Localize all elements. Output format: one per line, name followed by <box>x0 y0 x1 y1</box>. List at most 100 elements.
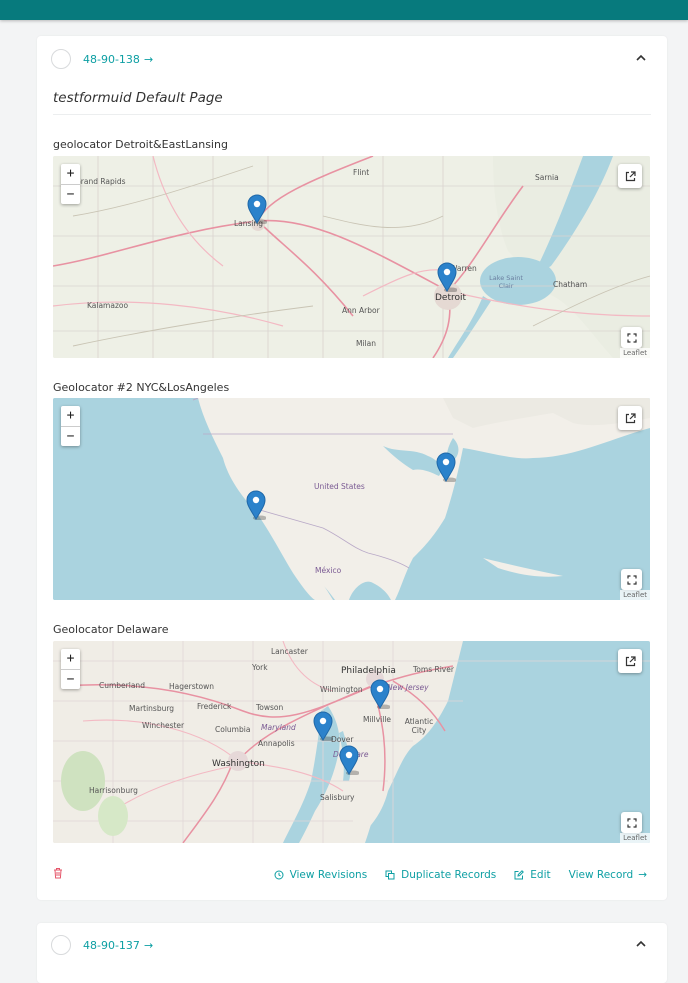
fullscreen-button[interactable] <box>621 327 642 348</box>
map-place-label: Washington <box>212 759 265 769</box>
map-place-label: Philadelphia <box>341 666 396 676</box>
open-map-button[interactable] <box>618 649 642 673</box>
record-id: 48-90-137 <box>83 938 140 952</box>
map-place-label: New Jersey <box>387 683 429 692</box>
divider <box>53 114 651 115</box>
map-place-label: Winchester <box>142 721 185 730</box>
map-place-label: Kalamazoo <box>87 301 129 310</box>
map-place-label: Chatham <box>553 280 588 289</box>
map-marker-delaware-north[interactable] <box>370 679 390 709</box>
map-marker-los-angeles[interactable] <box>246 490 266 520</box>
zoom-out-button[interactable]: − <box>61 426 80 446</box>
map-attribution[interactable]: Leaflet <box>620 833 650 843</box>
chevron-up-icon[interactable] <box>635 938 647 950</box>
map-place-label: Annapolis <box>258 739 295 748</box>
map-place-label: Detroit <box>435 293 467 303</box>
map-marker-delaware-west[interactable] <box>313 711 333 741</box>
record-select-checkbox[interactable] <box>51 49 71 69</box>
map-place-label: Salisbury <box>320 793 355 802</box>
record-id: 48-90-138 <box>83 52 140 66</box>
view-record-label: View Record <box>568 869 634 881</box>
fullscreen-icon <box>626 817 637 828</box>
arrow-right-icon: → <box>143 938 154 952</box>
map-place-label: Cumberland <box>99 681 145 690</box>
map-zoom-control: + − <box>61 649 80 689</box>
record-header: 48-90-137 → <box>51 935 153 955</box>
map-place-label: United States <box>314 482 365 491</box>
map-place-label: Dover <box>331 735 354 744</box>
map-place-label: Harrisonburg <box>89 786 138 795</box>
field-label-delaware: Geolocator Delaware <box>53 623 169 636</box>
fullscreen-icon <box>626 332 637 343</box>
map-place-label: Hagerstown <box>169 682 215 691</box>
view-revisions-button[interactable]: View Revisions <box>274 869 368 881</box>
map-place-label: Maryland <box>261 723 296 732</box>
map-place-label: Columbia <box>215 725 251 734</box>
record-card: 48-90-137 → <box>37 923 667 983</box>
map-delaware[interactable]: Lancaster York Philadelphia Toms River C… <box>53 641 650 843</box>
map-marker-lansing[interactable] <box>247 194 267 224</box>
record-id-link[interactable]: 48-90-138 → <box>83 53 153 66</box>
clock-icon <box>274 870 284 880</box>
app-header-bar <box>0 0 688 20</box>
map-place-label: Lake Saint Clair <box>489 274 523 290</box>
map-place-label: México <box>315 566 342 575</box>
map-place-label: Wilmington <box>320 685 363 694</box>
map-tiles <box>53 156 650 358</box>
zoom-in-button[interactable]: + <box>61 649 80 669</box>
zoom-in-button[interactable]: + <box>61 164 80 184</box>
edit-icon <box>514 870 525 880</box>
external-link-icon <box>625 655 636 666</box>
map-marker-detroit[interactable] <box>437 262 457 292</box>
map-place-label: Milan <box>356 339 376 348</box>
map-place-label: Toms River <box>413 665 454 674</box>
view-record-button[interactable]: View Record → <box>569 869 647 881</box>
map-place-label: Towson <box>256 703 284 712</box>
map-attribution[interactable]: Leaflet <box>620 590 650 600</box>
record-footer: View Revisions Duplicate Records Edit Vi… <box>37 865 667 889</box>
chevron-up-icon[interactable] <box>635 52 647 64</box>
trash-icon[interactable] <box>53 867 63 879</box>
map-place-label: Millville <box>363 715 392 724</box>
map-detroit-lansing[interactable]: Flint Sarnia Grand Rapids Lansing Warren… <box>53 156 650 358</box>
record-select-checkbox[interactable] <box>51 935 71 955</box>
map-zoom-control: + − <box>61 406 80 446</box>
map-place-label: York <box>252 663 268 672</box>
copy-icon <box>385 870 395 880</box>
record-id-link[interactable]: 48-90-137 → <box>83 939 153 952</box>
zoom-out-button[interactable]: − <box>61 669 80 689</box>
edit-label: Edit <box>530 869 551 881</box>
open-map-button[interactable] <box>618 406 642 430</box>
view-revisions-label: View Revisions <box>289 869 368 881</box>
fullscreen-button[interactable] <box>621 569 642 590</box>
open-map-button[interactable] <box>618 164 642 188</box>
map-place-label: Flint <box>353 168 370 177</box>
duplicate-records-button[interactable]: Duplicate Records <box>385 869 496 881</box>
record-card: 48-90-138 → testformuid Default Page geo… <box>37 36 667 900</box>
map-place-label: Atlantic City <box>404 717 434 735</box>
arrow-right-icon: → <box>143 52 154 66</box>
zoom-out-button[interactable]: − <box>61 184 80 204</box>
edit-button[interactable]: Edit <box>514 869 551 881</box>
map-attribution[interactable]: Leaflet <box>620 348 650 358</box>
map-nyc-losangeles[interactable]: United States México + − Leaflet <box>53 398 650 600</box>
page-title: testformuid Default Page <box>53 90 223 106</box>
map-place-label: Frederick <box>197 702 232 711</box>
external-link-icon <box>625 170 636 181</box>
duplicate-records-label: Duplicate Records <box>401 869 497 881</box>
map-place-label: Martinsburg <box>129 704 175 713</box>
map-marker-delaware-south[interactable] <box>339 745 359 775</box>
arrow-right-icon: → <box>638 869 647 881</box>
zoom-in-button[interactable]: + <box>61 406 80 426</box>
map-place-label: Sarnia <box>535 173 559 182</box>
map-zoom-control: + − <box>61 164 80 204</box>
map-place-label: Grand Rapids <box>75 177 126 186</box>
map-marker-new-york[interactable] <box>436 452 456 482</box>
fullscreen-icon <box>626 574 637 585</box>
external-link-icon <box>625 412 636 423</box>
record-actions: View Revisions Duplicate Records Edit Vi… <box>274 869 647 881</box>
map-place-label: Ann Arbor <box>342 306 380 315</box>
fullscreen-button[interactable] <box>621 812 642 833</box>
map-place-label: Lancaster <box>271 647 308 656</box>
field-label-nyc-la: Geolocator #2 NYC&LosAngeles <box>53 381 230 394</box>
